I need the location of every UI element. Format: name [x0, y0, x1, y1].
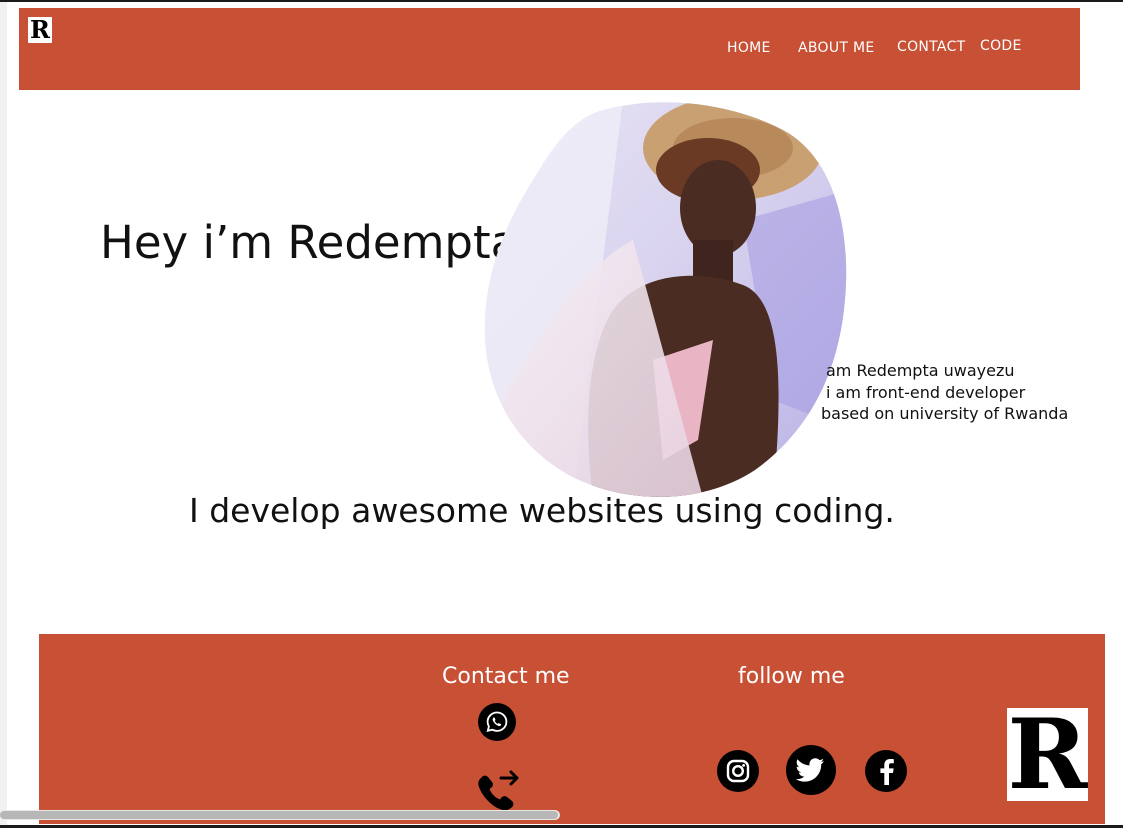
facebook-icon[interactable] — [865, 750, 907, 792]
bio-line-name: am Redempta uwayezu — [826, 361, 1015, 380]
phone-forward-icon[interactable] — [473, 768, 523, 814]
profile-photo — [483, 100, 849, 498]
nav-code[interactable]: CODE — [980, 38, 1022, 54]
scrollbar-thumb[interactable] — [0, 811, 558, 819]
footer-logo[interactable]: R — [1007, 697, 1088, 811]
site-footer: Contact me follow me R — [39, 634, 1105, 824]
nav-contact[interactable]: CONTACT — [897, 39, 966, 55]
footer-logo-letter: R — [1007, 697, 1088, 811]
contact-heading: Contact me — [442, 664, 570, 689]
twitter-icon[interactable] — [786, 745, 836, 795]
hero-tagline: I develop awesome websites using coding. — [189, 491, 895, 530]
instagram-icon[interactable] — [717, 750, 759, 792]
horizontal-scrollbar[interactable] — [0, 810, 560, 820]
bio-line-role: i am front-end developer — [826, 383, 1026, 402]
bio-line-location: based on university of Rwanda — [821, 404, 1069, 423]
header-logo[interactable]: R — [28, 17, 52, 43]
header-logo-letter: R — [30, 15, 50, 44]
follow-heading: follow me — [738, 664, 845, 689]
hero-title: Hey i’m Redempta — [100, 216, 519, 269]
page: R HOME ABOUT ME CONTACT CODE Hey i’m Red… — [0, 0, 1123, 828]
window-left-edge — [0, 2, 7, 826]
window-top-border — [0, 0, 1123, 2]
site-header: R HOME ABOUT ME CONTACT CODE — [19, 8, 1080, 90]
nav-home[interactable]: HOME — [727, 40, 771, 56]
nav-about-me[interactable]: ABOUT ME — [798, 40, 875, 56]
whatsapp-icon[interactable] — [478, 703, 516, 741]
